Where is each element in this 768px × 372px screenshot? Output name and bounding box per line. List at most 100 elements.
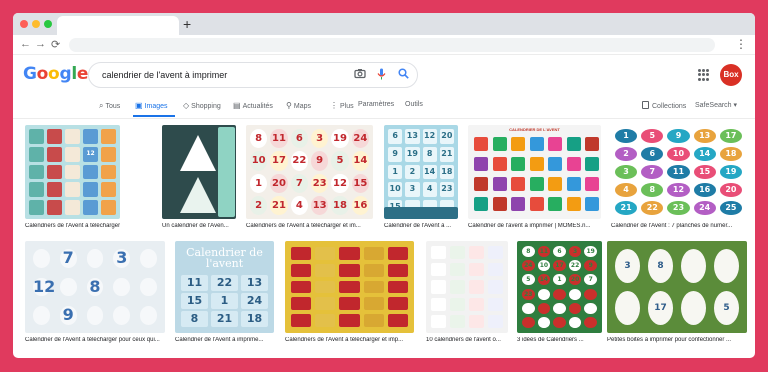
tab-actualits[interactable]: ▤ Actualités	[233, 101, 273, 110]
new-tab-button[interactable]: +	[183, 16, 191, 32]
result-image[interactable]: 1 5 9 13 17 2 6 10 14 18 3 7 11 15 19 4 8 12 16 20 21 22 23 24 2…	[611, 125, 746, 219]
minimize-window-button[interactable]	[32, 20, 40, 28]
calendar-cell: 24	[241, 293, 268, 309]
calendar-cell	[101, 182, 116, 198]
calendar-cell: 19	[584, 246, 597, 258]
calendar-cell	[431, 314, 446, 328]
calendar-cell	[339, 297, 360, 311]
result-caption[interactable]: Un calendrier de l'Aven...	[162, 223, 236, 229]
calendar-cell: 21	[270, 195, 288, 215]
calendar-cell	[33, 249, 50, 268]
google-logo[interactable]: Google	[23, 64, 88, 84]
calendar-cell: 1	[250, 173, 268, 193]
browser-menu-icon[interactable]: ⋮	[735, 37, 747, 51]
logo-letter: e	[76, 64, 89, 84]
tab-images[interactable]: ▣ Images	[135, 101, 168, 110]
avatar[interactable]: Box	[720, 64, 742, 86]
calendar-cell: 12	[331, 173, 349, 193]
tab-plus[interactable]: ⋮ Plus	[330, 101, 354, 110]
calendar-cell	[339, 247, 360, 260]
reload-icon[interactable]: ⟳	[51, 38, 60, 51]
calendar-cell: 8	[522, 246, 535, 258]
forward-icon[interactable]: →	[35, 38, 46, 50]
address-bar[interactable]	[69, 38, 715, 52]
close-window-button[interactable]	[20, 20, 28, 28]
collections-link[interactable]: Collections	[642, 101, 686, 110]
result-caption[interactable]: Calendrier de l'Avent à ...	[384, 223, 458, 229]
search-input[interactable]: calendrier de l'avent à imprimer	[102, 70, 227, 80]
back-icon[interactable]: ←	[20, 38, 31, 50]
calendar-cell	[584, 288, 597, 300]
safesearch-toggle[interactable]: SafeSearch ▾	[695, 101, 737, 109]
calendar-cell	[450, 246, 465, 260]
result-caption[interactable]: 10 calendriers de l'avent o...	[426, 337, 508, 343]
calendar-cell: 9	[59, 306, 77, 325]
result-image[interactable]	[285, 241, 414, 333]
tab-shopping[interactable]: ◇ Shopping	[183, 101, 221, 110]
result-caption[interactable]: Calendrier de l'Avent à imprime...	[175, 337, 274, 343]
tab-maps[interactable]: ⚲ Maps	[286, 101, 311, 110]
calendar-cell	[387, 263, 408, 277]
tab-paramtres[interactable]: Paramètres	[358, 101, 394, 108]
calendar-cell	[47, 182, 62, 198]
tree-graphic	[180, 135, 216, 171]
calendar-cell	[548, 157, 562, 171]
calendar-cell: 12	[83, 146, 98, 162]
result-image[interactable]: 8 11 6 3 19 24 10 17 22 9 5 14 1 20 7 23 12 15 2 21 4 13 18 16	[246, 125, 373, 219]
calendar-cell	[339, 263, 360, 277]
result-caption[interactable]: Calendrier de l'Avent : 7 planches de nu…	[611, 223, 746, 229]
calendar-cell: 7	[641, 165, 664, 179]
calendar-cell: 12	[422, 129, 437, 144]
calendar-cell	[315, 314, 336, 327]
result-image[interactable]: 7 3 12 8 9	[25, 241, 165, 333]
result-image[interactable]: 12	[25, 125, 120, 219]
result-image[interactable]	[162, 125, 236, 219]
camera-icon[interactable]	[354, 68, 366, 82]
calendar-cell	[492, 197, 507, 211]
result-caption[interactable]: Calendriers de l'Avent à télécharger et …	[285, 337, 414, 343]
calendar-cell	[83, 200, 98, 215]
result-image[interactable]	[426, 241, 508, 333]
browser-tab[interactable]	[57, 16, 179, 35]
result-image[interactable]: 3 8 17 5	[607, 241, 747, 333]
calendar-cell	[450, 297, 465, 311]
calendar-cell: 17	[553, 260, 566, 272]
result-image[interactable]: 8 11 6 3 19 24 10 17 22 9 5 14 1 20 7 23	[517, 241, 602, 333]
calendar-cell: 5	[714, 291, 739, 325]
result-caption[interactable]: Calendrier de l'Avent à télécharger pour…	[25, 337, 165, 343]
result-caption[interactable]: 3 idées de Calendriers ...	[517, 337, 602, 343]
maximize-window-button[interactable]	[44, 20, 52, 28]
calendar-cell: 10	[388, 182, 403, 198]
calendar-cell: 6	[641, 147, 664, 161]
calendar-cell	[488, 246, 503, 260]
tab-outils[interactable]: Outils	[405, 101, 423, 108]
calendar-cell	[29, 200, 44, 215]
calendar-cell: 23	[522, 288, 535, 300]
result-caption[interactable]: Calendriers de l'Avent à télécharger et …	[246, 223, 373, 229]
calendar-cell: 21	[439, 146, 454, 162]
result-caption[interactable]: Petites boites à imprimer pour confectio…	[607, 337, 747, 343]
search-icon[interactable]	[398, 68, 409, 82]
calendar-cell	[47, 146, 62, 162]
calendar-cell	[681, 291, 706, 325]
calendar-cell	[584, 302, 597, 314]
calendar-cell	[548, 197, 562, 211]
result-image[interactable]: CALENDRIER DE L'AVENT	[468, 125, 601, 219]
calendar-cell	[29, 146, 44, 162]
panel	[218, 127, 235, 217]
calendar-cell: 11	[181, 275, 208, 291]
calendar-cell	[291, 314, 312, 327]
tab-tous[interactable]: ⌕ Tous	[99, 101, 120, 111]
search-box[interactable]: calendrier de l'avent à imprimer	[88, 62, 418, 88]
calendar-cell: 6	[290, 129, 308, 149]
calendar-cell: 11	[537, 246, 551, 258]
apps-grid-icon[interactable]	[698, 69, 710, 81]
result-caption[interactable]: Calendrier de l'avent à imprimer | MOMES…	[468, 223, 601, 229]
result-image[interactable]: Calendrier de l'avent 11 22 13 15 1 24 8 21 18	[175, 241, 274, 333]
calendar-cell	[431, 297, 446, 311]
result-caption[interactable]: Calendriers de l'Avent à télécharger et …	[25, 223, 120, 229]
calendar-cell	[86, 306, 104, 325]
calendar-cell: 3	[568, 246, 582, 258]
mic-icon[interactable]	[377, 68, 386, 83]
result-image[interactable]: 613122091982112141810342315	[384, 125, 458, 219]
